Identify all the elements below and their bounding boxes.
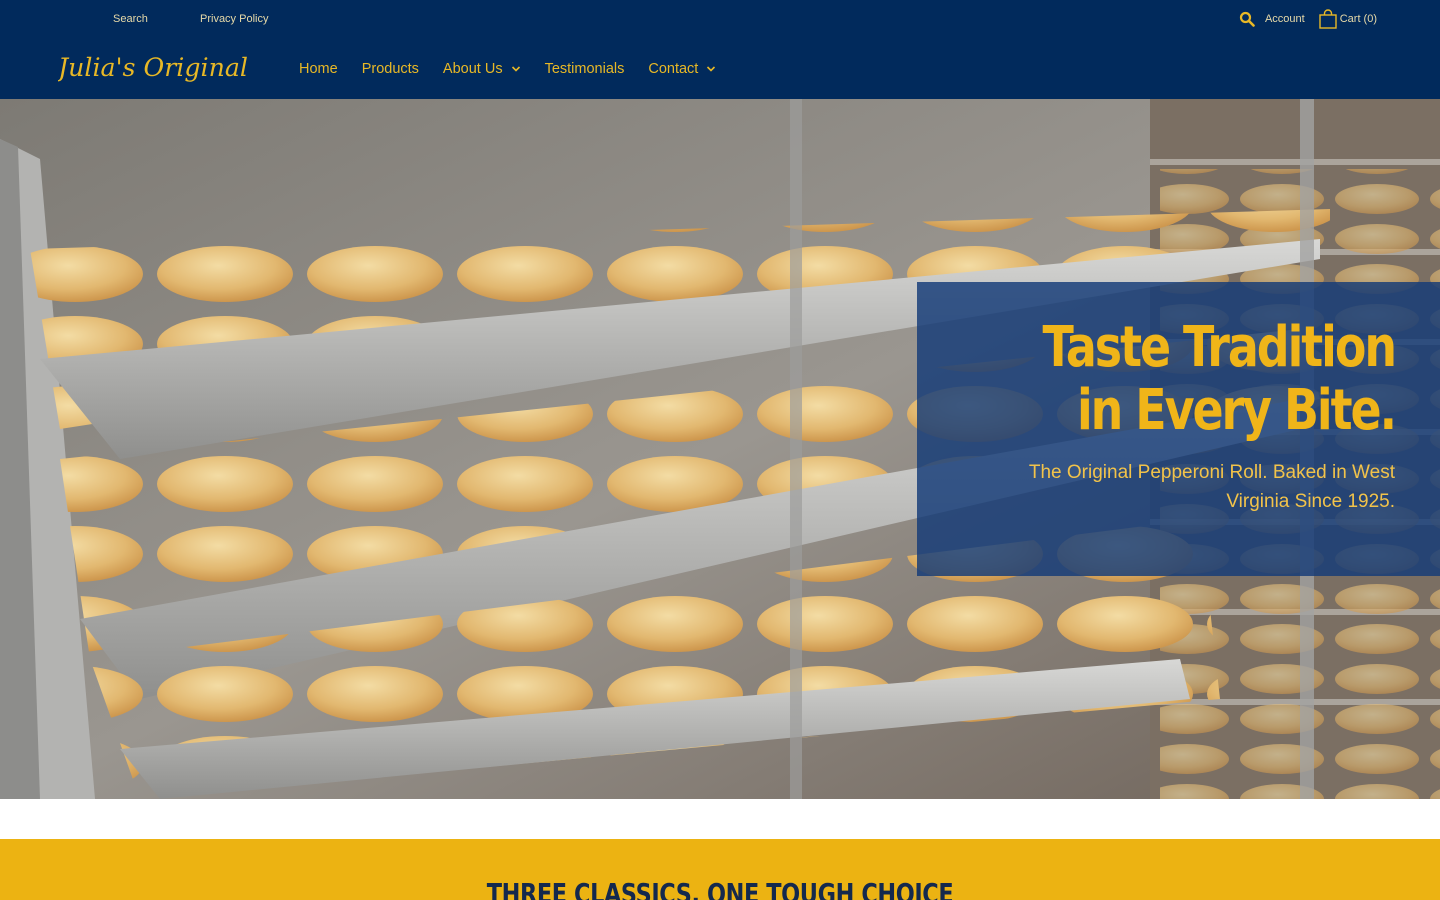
logo-wordmark: Julia's Original (58, 53, 248, 82)
nav-item-about-us[interactable]: About Us (443, 61, 521, 77)
shopping-bag-icon[interactable] (1318, 9, 1338, 29)
utility-search-link[interactable]: Search (113, 13, 148, 25)
nav-item-label: Home (299, 61, 338, 77)
utility-privacy-link[interactable]: Privacy Policy (200, 13, 268, 25)
nav-item-products[interactable]: Products (362, 61, 419, 77)
chevron-down-icon (511, 66, 520, 72)
products-intro-band: THREE CLASSICS. ONE TOUGH CHOICE (0, 839, 1440, 900)
nav-item-label: Products (361, 61, 419, 77)
section-title: THREE CLASSICS. ONE TOUGH CHOICE (486, 877, 954, 900)
nav-item-contact[interactable]: Contact (648, 61, 716, 77)
account-link[interactable]: Account (1265, 13, 1305, 25)
nav-item-label: Testimonials (544, 61, 625, 77)
chevron-down-icon (707, 66, 716, 72)
nav-item-label: About Us (442, 61, 503, 77)
nav-item-label: Contact (648, 61, 699, 77)
hero-subtitle: The Original Pepperoni Roll. Baked in We… (1028, 462, 1395, 512)
site-header: Search Privacy Policy Account Cart (0) J… (0, 0, 1440, 99)
search-icon[interactable] (1239, 11, 1255, 27)
nav-item-home[interactable]: Home (299, 61, 338, 77)
cart-link[interactable]: Cart (0) (1340, 13, 1377, 25)
utility-actions: Account Cart (0) (1239, 8, 1377, 30)
hero-title: Taste Tradition in Every Bite. (1042, 315, 1397, 443)
nav-item-testimonials[interactable]: Testimonials (545, 61, 625, 77)
hero-promo-box: Taste Tradition in Every Bite. The Origi… (917, 282, 1440, 576)
brand-logo[interactable]: Julia's Original (53, 46, 250, 88)
main-nav: Home Products About Us Testimonials Cont… (299, 58, 740, 80)
hero-banner: Taste Tradition in Every Bite. The Origi… (0, 99, 1440, 799)
